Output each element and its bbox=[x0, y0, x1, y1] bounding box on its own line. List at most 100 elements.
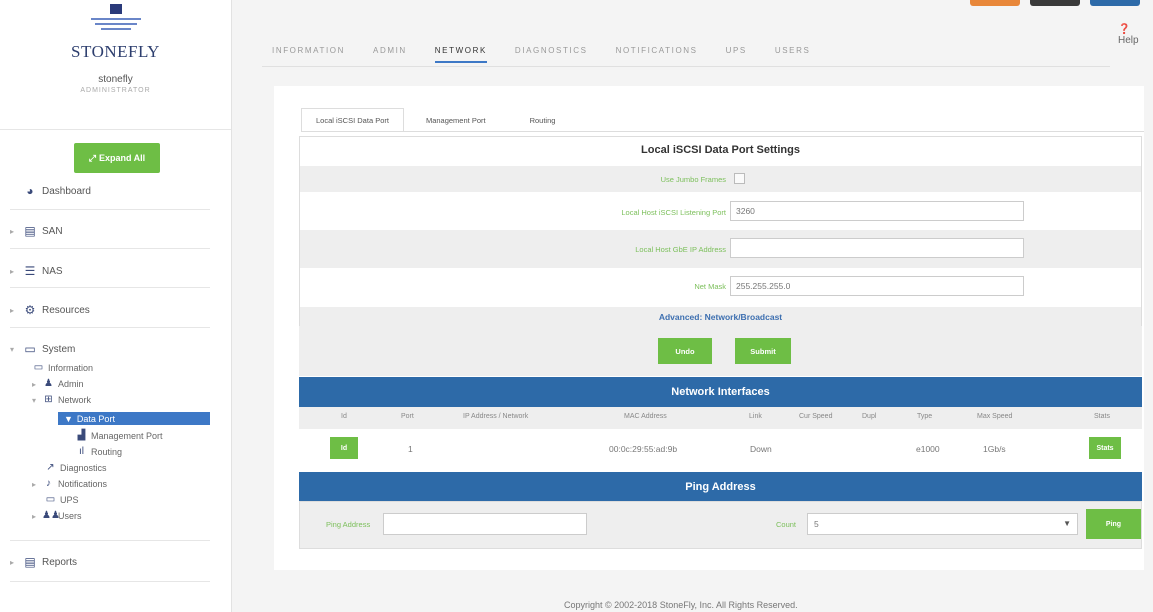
sidebar-item-label: Diagnostics bbox=[60, 463, 107, 473]
sidebar-item-dashboard[interactable]: ◕ Dashboard bbox=[10, 185, 210, 197]
users-icon: ♟♟ bbox=[42, 510, 60, 521]
sidebar-item-ups[interactable]: ▭ UPS bbox=[44, 494, 79, 506]
chevron-right-icon: ▸ bbox=[32, 379, 37, 389]
tab-network[interactable]: NETWORK bbox=[434, 46, 487, 63]
sidebar-item-label: Users bbox=[58, 511, 82, 521]
gear-icon: ⚙ bbox=[24, 303, 36, 317]
listening-port-label: Local Host iSCSI Listening Port bbox=[621, 208, 726, 217]
ping-address-header: Ping Address bbox=[299, 472, 1142, 502]
sidebar-item-notifications[interactable]: ▸ ♪ Notifications bbox=[32, 478, 107, 490]
jumbo-frames-row: Use Jumbo Frames bbox=[300, 166, 1141, 192]
advanced-network-link[interactable]: Advanced: Network/Broadcast bbox=[300, 307, 1141, 327]
expand-all-button[interactable]: ⤢ Expand All bbox=[74, 143, 160, 173]
expand-icon: ⤢ bbox=[88, 152, 96, 163]
sidebar-item-reports[interactable]: ▸ ▤ Reports bbox=[10, 556, 210, 568]
sidebar-item-label: Notifications bbox=[58, 479, 108, 489]
cell-link: Down bbox=[750, 444, 772, 454]
col-stats: Stats bbox=[1094, 413, 1110, 420]
sidebar-item-data-port[interactable]: ▼ Data Port bbox=[58, 412, 210, 425]
sidebar-item-label: Resources bbox=[42, 304, 90, 316]
chevron-right-icon: ▸ bbox=[10, 226, 15, 236]
sidebar-item-label: Dashboard bbox=[42, 185, 91, 197]
ups-icon: ▭ bbox=[45, 494, 56, 505]
netmask-field[interactable]: 255.255.255.0 bbox=[730, 276, 1024, 296]
sidebar-item-diagnostics[interactable]: ↗ Diagnostics bbox=[44, 462, 107, 474]
sidebar-item-information[interactable]: ▭ Information bbox=[32, 362, 93, 374]
user-role: ADMINISTRATOR bbox=[80, 87, 151, 94]
col-id: Id bbox=[341, 413, 347, 420]
sidebar-item-label: Management Port bbox=[91, 431, 163, 441]
sidebar-item-network[interactable]: ▾ ⊞ Network bbox=[32, 394, 91, 406]
col-ip: IP Address / Network bbox=[463, 413, 529, 420]
count-selected-value: 5 bbox=[814, 519, 819, 529]
tab-ups[interactable]: UPS bbox=[726, 46, 747, 63]
col-mac: MAC Address bbox=[624, 413, 667, 420]
settings-title: Local iSCSI Data Port Settings bbox=[641, 144, 800, 156]
tab-notifications[interactable]: NOTIFICATIONS bbox=[616, 46, 698, 63]
count-select[interactable]: 5 ▼ bbox=[807, 513, 1078, 535]
main-tabs: INFORMATION ADMIN NETWORK DIAGNOSTICS NO… bbox=[272, 46, 838, 63]
subtab-local-iscsi-data-port[interactable]: Local iSCSI Data Port bbox=[301, 108, 404, 132]
col-type: Type bbox=[917, 413, 933, 420]
tabs-divider bbox=[262, 66, 1110, 67]
subtab-management-port[interactable]: Management Port bbox=[404, 108, 508, 132]
dashboard-icon: ◕ bbox=[26, 184, 34, 198]
sidebar-item-routing[interactable]: ıl Routing bbox=[75, 446, 122, 458]
undo-button[interactable]: Undo bbox=[658, 338, 712, 364]
sidebar-item-label: UPS bbox=[60, 495, 79, 505]
top-button-blue[interactable] bbox=[1090, 0, 1140, 6]
sidebar-item-label: Network bbox=[58, 395, 92, 405]
filter-icon: ▼ bbox=[64, 413, 73, 424]
tab-diagnostics[interactable]: DIAGNOSTICS bbox=[515, 46, 588, 63]
gbe-ip-row: Local Host GbE IP Address bbox=[300, 230, 1141, 268]
tab-information[interactable]: INFORMATION bbox=[272, 46, 345, 63]
server-icon: ☰ bbox=[24, 264, 36, 278]
chevron-down-icon: ▾ bbox=[32, 395, 37, 405]
top-button-orange[interactable] bbox=[970, 0, 1020, 6]
top-button-dark[interactable] bbox=[1030, 0, 1080, 6]
sidebar-item-san[interactable]: ▸ ▤ SAN bbox=[10, 225, 210, 237]
sidebar-item-resources[interactable]: ▸ ⚙ Resources bbox=[10, 304, 210, 316]
subtab-routing[interactable]: Routing bbox=[508, 108, 578, 132]
cell-type: e1000 bbox=[916, 444, 940, 454]
footer-copyright: Copyright © 2002-2018 StoneFly, Inc. All… bbox=[564, 600, 798, 610]
sidebar-item-label: Data Port bbox=[76, 413, 115, 424]
sidebar-item-label: NAS bbox=[42, 265, 63, 277]
cell-max-speed: 1Gb/s bbox=[983, 444, 1006, 454]
sidebar-item-system[interactable]: ▾ ▭ System bbox=[10, 343, 210, 355]
id-button[interactable]: Id bbox=[330, 437, 358, 459]
col-max-speed: Max Speed bbox=[977, 413, 1013, 420]
jumbo-frames-checkbox[interactable] bbox=[734, 173, 745, 184]
ping-button[interactable]: Ping bbox=[1086, 509, 1141, 539]
document-icon: ▤ bbox=[24, 555, 36, 569]
chart-icon: ▟ bbox=[77, 430, 86, 441]
ping-address-field[interactable] bbox=[383, 513, 587, 535]
form-actions bbox=[299, 326, 1142, 376]
sub-tabs: Local iSCSI Data Port Management Port Ro… bbox=[301, 108, 577, 132]
sidebar-item-label: Routing bbox=[91, 447, 123, 457]
sidebar-item-label: Admin bbox=[58, 379, 84, 389]
gbe-ip-field[interactable] bbox=[730, 238, 1024, 258]
stats-button[interactable]: Stats bbox=[1089, 437, 1121, 459]
chevron-right-icon: ▸ bbox=[32, 479, 37, 489]
tab-admin[interactable]: ADMIN bbox=[373, 46, 407, 63]
brand-name: STONEFLY bbox=[71, 42, 160, 61]
submit-button[interactable]: Submit bbox=[735, 338, 791, 364]
stonefly-logo bbox=[81, 4, 151, 40]
netmask-label: Net Mask bbox=[694, 282, 726, 291]
top-buttons bbox=[970, 0, 1140, 6]
tab-users[interactable]: USERS bbox=[775, 46, 811, 63]
sidebar-item-admin[interactable]: ▸ ♟ Admin bbox=[32, 378, 84, 390]
sidebar-item-management-port[interactable]: ▟ Management Port bbox=[75, 430, 163, 442]
sidebar-item-users[interactable]: ▸ ♟♟ Users bbox=[32, 510, 82, 522]
listening-port-field[interactable]: 3260 bbox=[730, 201, 1024, 221]
cell-port: 1 bbox=[408, 444, 413, 454]
sidebar-item-nas[interactable]: ▸ ☰ NAS bbox=[10, 265, 210, 277]
col-link: Link bbox=[749, 413, 762, 420]
help-link[interactable]: ❓ Help bbox=[1118, 24, 1153, 46]
col-cur-speed: Cur Speed bbox=[799, 413, 833, 420]
jumbo-frames-label: Use Jumbo Frames bbox=[660, 175, 726, 184]
external-link-icon: ↗ bbox=[46, 462, 55, 473]
user-name: stonefly bbox=[98, 74, 133, 85]
chevron-right-icon: ▸ bbox=[10, 266, 15, 276]
